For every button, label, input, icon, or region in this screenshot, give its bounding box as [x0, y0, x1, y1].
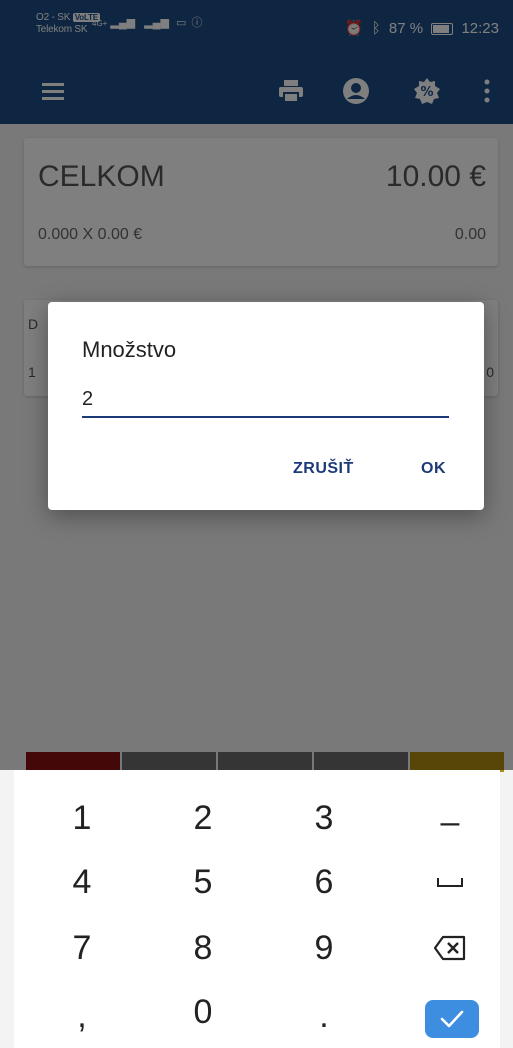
key-8[interactable]: 8: [143, 918, 263, 978]
key-space[interactable]: [390, 852, 510, 912]
app-screen: O2 - SK VoLTE Telekom SK 4G+ ▂▄▆ ▂▄▆ ▭ ⓘ…: [0, 0, 513, 1048]
key-4[interactable]: 4: [22, 852, 142, 912]
key-comma[interactable]: ,: [22, 986, 142, 1046]
key-1[interactable]: 1: [22, 788, 142, 848]
quantity-dialog: Množstvo ZRUŠIŤ OK: [48, 302, 484, 510]
check-icon: [440, 1010, 464, 1028]
dialog-title: Množstvo: [82, 337, 177, 362]
key-2[interactable]: 2: [143, 788, 263, 848]
key-minus[interactable]: –: [390, 792, 510, 852]
key-6[interactable]: 6: [264, 852, 384, 912]
key-9[interactable]: 9: [264, 918, 384, 978]
key-period[interactable]: .: [264, 986, 384, 1046]
key-backspace[interactable]: [390, 918, 510, 978]
done-key[interactable]: [425, 1000, 479, 1038]
backspace-icon: [433, 935, 466, 961]
cancel-button[interactable]: ZRUŠIŤ: [293, 460, 354, 478]
ok-button[interactable]: OK: [421, 460, 446, 478]
key-7[interactable]: 7: [22, 918, 142, 978]
key-0[interactable]: 0: [143, 982, 263, 1042]
quantity-input[interactable]: [82, 382, 449, 418]
key-5[interactable]: 5: [143, 852, 263, 912]
space-icon: [437, 878, 463, 887]
key-3[interactable]: 3: [264, 788, 384, 848]
